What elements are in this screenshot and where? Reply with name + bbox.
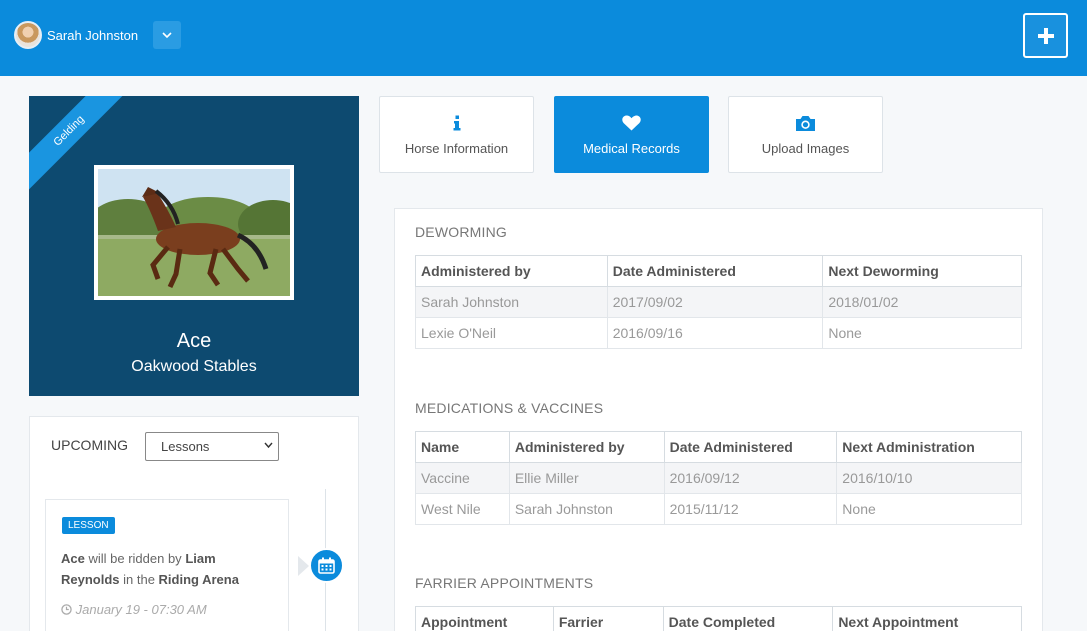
column-header: Farrier (552, 606, 664, 631)
user-menu-toggle-button[interactable] (153, 21, 181, 49)
timeline-marker (309, 548, 344, 583)
upcoming-filter-value: Lessons (161, 439, 210, 454)
avatar[interactable] (14, 21, 42, 49)
stable-name: Oakwood Stables (131, 358, 257, 375)
event-location: Riding Arena (158, 572, 239, 587)
table-row: Vaccine Ellie Miller 2016/09/12 2016/10/… (415, 462, 1022, 494)
medical-records-panel: DEWORMING Administered by Date Administe… (394, 208, 1043, 631)
table-cell: Ellie Miller (508, 462, 665, 494)
table-row: Lexie O'Neil 2016/09/16 None (415, 317, 1022, 349)
horse-photo (94, 165, 294, 300)
horse-name: Ace (176, 330, 212, 352)
info-icon (453, 115, 460, 131)
medications-table: Name Administered by Date Administered N… (415, 431, 1022, 525)
clock-icon (61, 604, 72, 615)
table-cell: 2016/09/16 (606, 317, 824, 349)
chevron-down-icon (264, 442, 273, 449)
event-date: January 19 - 07:30 AM (61, 602, 207, 617)
column-header: Next Appointment (832, 606, 1022, 631)
tab-upload-images[interactable]: Upload Images (728, 96, 883, 173)
add-button[interactable] (1023, 13, 1068, 58)
table-cell: Sarah Johnston (508, 493, 665, 525)
tab-label: Horse Information (404, 141, 509, 156)
event-type-badge: LESSON (62, 517, 115, 534)
top-bar: Sarah Johnston (0, 0, 1087, 76)
user-menu[interactable]: Sarah Johnston (14, 21, 138, 49)
event-text-1: will be ridden by (84, 551, 186, 566)
column-header: Date Completed (662, 606, 834, 631)
deworming-title: DEWORMING (415, 224, 508, 240)
heart-icon (622, 115, 641, 131)
calendar-icon (318, 557, 335, 574)
table-cell: 2016/10/10 (836, 462, 1022, 494)
chevron-down-icon (162, 31, 172, 38)
timeline-arrow (298, 556, 309, 576)
table-cell: West Nile (415, 493, 510, 525)
horse-image (98, 169, 290, 296)
column-header: Next Deworming (822, 255, 1022, 287)
event-description: Ace will be ridden by Liam Reynolds in t… (61, 548, 271, 590)
deworming-table: Administered by Date Administered Next D… (415, 255, 1022, 349)
table-cell: Lexie O'Neil (415, 317, 608, 349)
column-header: Appointment (415, 606, 554, 631)
column-header: Next Administration (836, 431, 1022, 463)
table-cell: None (836, 493, 1022, 525)
plus-icon (1037, 27, 1054, 44)
horse-profile-card: Gelding Ace Oakwood Stables (29, 96, 359, 396)
upcoming-panel: UPCOMING Lessons LESSON Ace will be ridd… (29, 416, 359, 631)
column-header: Name (415, 431, 510, 463)
column-header: Date Administered (606, 255, 824, 287)
farrier-table: Appointment Farrier Date Completed Next … (415, 606, 1022, 631)
event-date-text: January 19 - 07:30 AM (75, 602, 207, 617)
upcoming-title: UPCOMING (51, 437, 128, 453)
tab-label: Upload Images (761, 141, 850, 156)
column-header: Date Administered (663, 431, 838, 463)
table-cell: 2018/01/02 (822, 286, 1022, 318)
event-text-2: in the (119, 572, 159, 587)
table-cell: 2016/09/12 (663, 462, 838, 494)
table-cell: Sarah Johnston (415, 286, 608, 318)
tab-horse-information[interactable]: Horse Information (379, 96, 534, 173)
table-row: West Nile Sarah Johnston 2015/11/12 None (415, 493, 1022, 525)
column-header: Administered by (415, 255, 608, 287)
event-card[interactable]: LESSON Ace will be ridden by Liam Reynol… (45, 499, 289, 631)
user-name[interactable]: Sarah Johnston (47, 28, 138, 43)
farrier-title: FARRIER APPOINTMENTS (415, 575, 594, 591)
column-header: Administered by (508, 431, 665, 463)
tab-label: Medical Records (583, 141, 680, 156)
tab-medical-records[interactable]: Medical Records (554, 96, 709, 173)
table-row: Sarah Johnston 2017/09/02 2018/01/02 (415, 286, 1022, 318)
event-horse: Ace (61, 551, 85, 566)
table-cell: None (822, 317, 1022, 349)
camera-icon (796, 116, 815, 131)
medications-title: MEDICATIONS & VACCINES (415, 400, 604, 416)
table-cell: 2017/09/02 (606, 286, 824, 318)
table-cell: Vaccine (415, 462, 510, 494)
table-cell: 2015/11/12 (663, 493, 838, 525)
upcoming-filter-select[interactable]: Lessons (145, 432, 279, 461)
